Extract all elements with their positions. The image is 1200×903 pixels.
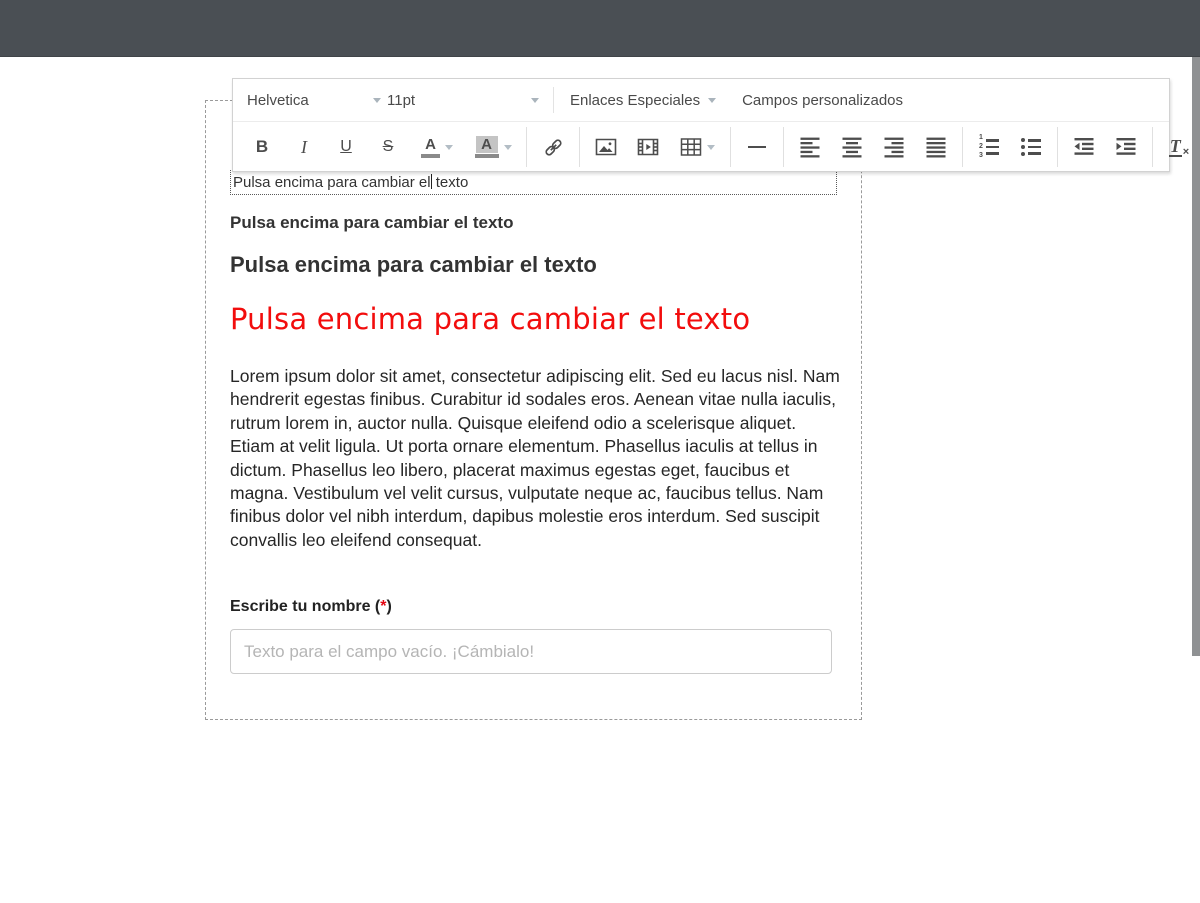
- outdent-button[interactable]: [1067, 130, 1101, 164]
- chevron-down-icon: [504, 145, 512, 150]
- font-size-select[interactable]: 11pt: [387, 85, 545, 115]
- media-icon: [637, 136, 659, 158]
- bold-button[interactable]: B: [245, 130, 279, 164]
- toolbar-row-buttons: B I U S A A: [233, 122, 1169, 172]
- toolbar-separator: [783, 127, 784, 167]
- special-links-label: Enlaces Especiales: [570, 92, 700, 109]
- inline-edit-text-after: texto: [432, 174, 469, 191]
- inline-edit-text-before: Pulsa encima para cambiar el: [233, 174, 431, 191]
- align-left-icon: [799, 136, 821, 158]
- ordered-list-button[interactable]: 1 2 3: [972, 130, 1006, 164]
- toolbar-separator: [1057, 127, 1058, 167]
- background-color-swatch: A: [476, 136, 498, 153]
- chevron-down-icon: [531, 98, 539, 103]
- strikethrough-button[interactable]: S: [371, 130, 405, 164]
- align-center-button[interactable]: [835, 130, 869, 164]
- toolbar-separator: [962, 127, 963, 167]
- indent-button[interactable]: [1109, 130, 1143, 164]
- inline-text-edit-field[interactable]: Pulsa encima para cambiar el texto: [230, 170, 837, 195]
- text-color-button[interactable]: A: [413, 130, 461, 164]
- clear-formatting-T: T: [1169, 138, 1182, 157]
- clear-formatting-button[interactable]: T ×: [1162, 130, 1196, 164]
- clear-formatting-icon: T ×: [1169, 138, 1189, 157]
- underline-button[interactable]: U: [329, 130, 363, 164]
- clear-formatting-x: ×: [1183, 147, 1189, 157]
- ol-digit: 1: [979, 135, 983, 141]
- image-icon: [595, 136, 617, 158]
- align-center-icon: [841, 136, 863, 158]
- toolbar-separator: [730, 127, 731, 167]
- font-family-select[interactable]: Helvetica: [247, 85, 387, 115]
- bullet-list-icon: [1021, 138, 1041, 156]
- editable-block-region: Pulsa encima para cambiar el texto Pulsa…: [205, 100, 862, 720]
- insert-media-button[interactable]: [631, 130, 665, 164]
- align-right-icon: [883, 136, 905, 158]
- editable-paragraph[interactable]: Lorem ipsum dolor sit amet, consectetur …: [230, 365, 842, 552]
- background-color-icon: A: [475, 136, 499, 158]
- ordered-list-icon: 1 2 3: [979, 135, 999, 159]
- chevron-down-icon: [707, 145, 715, 150]
- name-field-label: Escribe tu nombre (*): [230, 598, 392, 616]
- justify-icon: [925, 136, 947, 158]
- ol-digit: 3: [979, 153, 983, 159]
- italic-button[interactable]: I: [287, 130, 321, 164]
- chevron-down-icon: [445, 145, 453, 150]
- special-links-menu[interactable]: Enlaces Especiales: [570, 85, 716, 115]
- align-left-button[interactable]: [793, 130, 827, 164]
- justify-button[interactable]: [919, 130, 953, 164]
- editor-canvas: Pulsa encima para cambiar el texto Pulsa…: [0, 0, 1200, 903]
- chevron-down-icon: [373, 98, 381, 103]
- chevron-down-icon: [708, 98, 716, 103]
- name-field-label-text: Escribe tu nombre (: [230, 598, 380, 615]
- name-input[interactable]: [230, 629, 832, 674]
- editable-heading-red[interactable]: Pulsa encima para cambiar el texto: [230, 302, 750, 336]
- editable-heading-small[interactable]: Pulsa encima para cambiar el texto: [230, 213, 513, 233]
- text-color-icon: A: [421, 137, 440, 158]
- editable-heading-medium[interactable]: Pulsa encima para cambiar el texto: [230, 252, 597, 278]
- font-family-value: Helvetica: [247, 92, 309, 109]
- insert-image-button[interactable]: [589, 130, 623, 164]
- custom-fields-menu[interactable]: Campos personalizados: [742, 92, 903, 109]
- app-header-bar: [0, 0, 1200, 57]
- toolbar-separator: [553, 87, 554, 113]
- richtext-toolbar: Helvetica 11pt Enlaces Especiales Campos…: [232, 78, 1170, 172]
- outdent-icon: [1073, 136, 1095, 158]
- toolbar-separator: [579, 127, 580, 167]
- link-icon: [543, 137, 564, 158]
- table-icon: [680, 136, 702, 158]
- indent-icon: [1115, 136, 1137, 158]
- toolbar-row-dropdowns: Helvetica 11pt Enlaces Especiales Campos…: [233, 79, 1169, 122]
- align-right-button[interactable]: [877, 130, 911, 164]
- bullet-list-button[interactable]: [1014, 130, 1048, 164]
- insert-link-button[interactable]: [536, 130, 570, 164]
- horizontal-rule-button[interactable]: [740, 130, 774, 164]
- insert-table-button[interactable]: [673, 130, 721, 164]
- toolbar-separator: [1152, 127, 1153, 167]
- name-field-label-close: ): [386, 598, 391, 615]
- custom-fields-label: Campos personalizados: [742, 92, 903, 109]
- background-color-letter: A: [481, 137, 492, 153]
- ol-digit: 2: [979, 144, 983, 150]
- text-color-bar: [421, 154, 440, 158]
- font-size-value: 11pt: [387, 92, 415, 109]
- background-color-bar: [475, 154, 499, 158]
- horizontal-rule-icon: [746, 136, 768, 158]
- toolbar-separator: [526, 127, 527, 167]
- text-color-letter: A: [425, 137, 436, 153]
- background-color-button[interactable]: A: [469, 130, 517, 164]
